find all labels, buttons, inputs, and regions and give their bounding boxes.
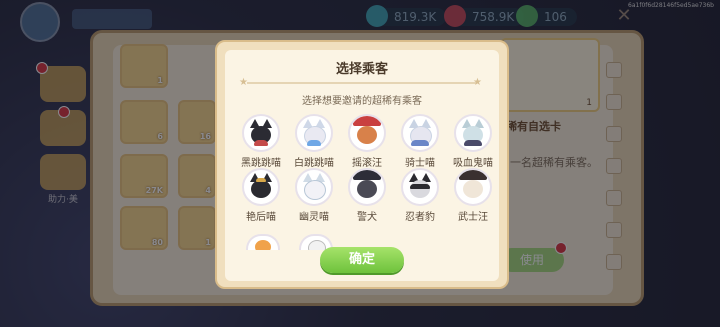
star-icon: ★ xyxy=(473,77,482,88)
passenger-avatar xyxy=(242,114,280,152)
passenger-avatar xyxy=(401,168,439,206)
passenger-option[interactable]: 骑士喵 xyxy=(394,114,446,169)
passenger-avatar xyxy=(348,168,386,206)
passenger-name: 幽灵喵 xyxy=(299,212,329,223)
passenger-option[interactable]: 艳后喵 xyxy=(235,168,287,223)
passenger-name: 警犬 xyxy=(357,212,377,223)
passenger-name: 忍者豹 xyxy=(405,212,435,223)
passenger-name: 吸血鬼喵 xyxy=(453,158,493,169)
passenger-option[interactable]: 忍者豹 xyxy=(394,168,446,223)
passenger-avatar xyxy=(242,168,280,206)
divider xyxy=(247,82,477,84)
passenger-avatar xyxy=(454,168,492,206)
modal-subtitle: 选择想要邀请的超稀有乘客 xyxy=(302,96,422,107)
passenger-avatar xyxy=(295,114,333,152)
passenger-name: 白跳跳喵 xyxy=(294,158,334,169)
select-passenger-modal: 选择乘客 ★ ★ 选择想要邀请的超稀有乘客 黑跳跳喵 白跳跳喵 摇滚汪 骑士喵 … xyxy=(215,40,509,289)
passenger-option[interactable]: 幽灵喵 xyxy=(288,168,340,223)
passenger-option[interactable]: 摇滚汪 xyxy=(341,114,393,169)
passenger-avatar xyxy=(348,114,386,152)
passenger-option[interactable]: 吸血鬼喵 xyxy=(447,114,499,169)
passenger-option[interactable]: 黑跳跳喵 xyxy=(235,114,287,169)
passenger-option[interactable]: 警犬 xyxy=(341,168,393,223)
passenger-avatar xyxy=(295,168,333,206)
star-icon: ★ xyxy=(239,77,248,88)
passenger-option[interactable]: 白跳跳喵 xyxy=(288,114,340,169)
passenger-option[interactable]: 武士汪 xyxy=(447,168,499,223)
passenger-avatar xyxy=(401,114,439,152)
passenger-name: 武士汪 xyxy=(458,212,488,223)
passenger-name: 黑跳跳喵 xyxy=(241,158,281,169)
passenger-name: 摇滚汪 xyxy=(352,158,382,169)
passenger-avatar xyxy=(454,114,492,152)
confirm-button[interactable]: 确定 xyxy=(320,247,404,273)
passenger-name: 艳后喵 xyxy=(246,212,276,223)
modal-title: 选择乘客 xyxy=(335,62,388,77)
passenger-name: 骑士喵 xyxy=(405,158,435,169)
